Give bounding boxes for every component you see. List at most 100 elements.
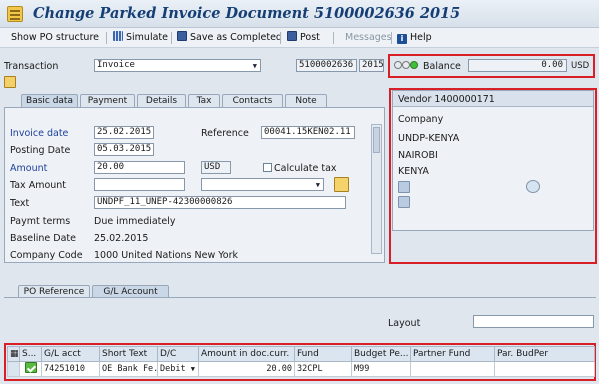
vendor-line: Company — [398, 114, 444, 125]
column-header[interactable]: Amount in doc.curr. — [198, 346, 295, 362]
payment-terms-value: Due immediately — [94, 216, 176, 227]
toolbar-separator — [391, 32, 392, 44]
invoice-date-field[interactable]: 25.02.2015 — [94, 126, 154, 139]
debit-credit-value: Debit — [160, 364, 186, 374]
gl-line-items-table: ▦ S... G/L acct Short Text D/C Amount in… — [7, 346, 595, 377]
text-field[interactable]: UNDPF_11_UNEP-42300000826 — [94, 196, 346, 209]
save-as-completed-label: Save as Completed — [190, 32, 282, 43]
transaction-value: Invoice — [97, 60, 135, 70]
short-text-cell[interactable]: OE Bank Fe... — [99, 361, 158, 377]
tab-basic-data[interactable]: Basic data — [21, 94, 78, 107]
amount-cell[interactable]: 20.00 — [198, 361, 295, 377]
balance-field: 0.00 — [468, 59, 567, 72]
folder-icon[interactable] — [4, 76, 16, 88]
basic-data-panel: Invoice date 25.02.2015 Reference 00041.… — [4, 107, 385, 263]
transaction-select[interactable]: Invoice ▼ — [94, 59, 261, 72]
window-title: Change Parked Invoice Document 510000263… — [33, 5, 461, 22]
toolbar-separator — [171, 32, 172, 44]
vertical-scrollbar[interactable] — [371, 124, 382, 254]
reference-label: Reference — [201, 128, 249, 139]
posting-date-label: Posting Date — [10, 145, 71, 156]
post-label: Post — [300, 32, 320, 43]
help-button[interactable]: i Help — [397, 31, 432, 45]
partner-fund-cell[interactable] — [410, 361, 495, 377]
column-header[interactable]: Budget Pe... — [351, 346, 411, 362]
save-icon — [177, 31, 187, 41]
post-icon — [287, 31, 297, 41]
balance-currency: USD — [571, 61, 590, 71]
vendor-delete-icon[interactable] — [398, 196, 410, 208]
column-header[interactable]: G/L acct — [41, 346, 100, 362]
toolbar-separator — [280, 32, 281, 44]
vendor-panel: Vendor 1400000171 Company UNDP-KENYA NAI… — [392, 90, 594, 231]
title-bar: Change Parked Invoice Document 510000263… — [0, 0, 599, 28]
tab-divider — [4, 297, 596, 298]
column-header[interactable]: Partner Fund — [410, 346, 495, 362]
column-header[interactable]: Par. BudPer — [494, 346, 595, 362]
layout-label: Layout — [388, 318, 421, 329]
calculate-tax-label: Calculate tax — [274, 163, 337, 174]
tax-amount-label: Tax Amount — [10, 180, 67, 191]
status-cell — [19, 361, 42, 377]
info-icon: i — [397, 34, 407, 44]
chevron-down-icon: ▼ — [190, 365, 195, 373]
detail-tabs: Basic data Payment Details Tax Contacts … — [21, 94, 381, 107]
gl-account-cell[interactable]: 74251010 — [41, 361, 100, 377]
status-light-icon — [394, 61, 402, 69]
application-toolbar: Show PO structure Simulate Save as Compl… — [0, 28, 599, 48]
table-header-row: ▦ S... G/L acct Short Text D/C Amount in… — [7, 346, 595, 362]
document-number-field: 5100002636 — [296, 59, 357, 72]
balance-label: Balance — [423, 61, 461, 72]
amount-field[interactable]: 20.00 — [94, 161, 185, 174]
help-label: Help — [410, 32, 432, 43]
reference-field[interactable]: 00041.15KEN02.11 — [261, 126, 355, 139]
status-light-green-icon — [410, 61, 418, 69]
fiscal-year-field: 2015 — [359, 59, 384, 72]
status-light-icon — [402, 61, 410, 69]
simulate-icon — [113, 31, 123, 41]
tax-code-select[interactable]: ▼ — [201, 178, 324, 191]
column-header[interactable]: D/C — [157, 346, 199, 362]
messages-button[interactable]: Messages — [345, 31, 392, 45]
table-row[interactable]: 74251010 OE Bank Fe... Debit ▼ 20.00 32C… — [7, 361, 595, 377]
tab-tax[interactable]: Tax — [188, 94, 220, 107]
text-label: Text — [10, 198, 30, 209]
simulate-button[interactable]: Simulate — [113, 31, 168, 45]
simulate-label: Simulate — [126, 32, 168, 43]
post-button[interactable]: Post — [287, 31, 320, 45]
menu-icon[interactable] — [7, 6, 23, 22]
calculate-tax-checkbox[interactable] — [263, 163, 272, 172]
payment-terms-label: Paymt terms — [10, 216, 71, 227]
debit-credit-cell[interactable]: Debit ▼ — [157, 361, 199, 377]
tax-details-icon[interactable] — [334, 177, 349, 192]
column-header[interactable]: S... — [19, 346, 42, 362]
posting-date-field[interactable]: 05.03.2015 — [94, 143, 154, 156]
column-header[interactable]: Short Text — [99, 346, 158, 362]
tab-details[interactable]: Details — [137, 94, 186, 107]
fund-cell[interactable]: 32CPL — [294, 361, 352, 377]
tab-contacts[interactable]: Contacts — [222, 94, 283, 107]
tab-note[interactable]: Note — [285, 94, 327, 107]
layout-select[interactable] — [473, 315, 594, 328]
company-code-label: Company Code — [10, 250, 83, 261]
save-as-completed-button[interactable]: Save as Completed — [177, 31, 282, 45]
chevron-down-icon: ▼ — [252, 62, 257, 70]
transaction-label: Transaction — [4, 61, 59, 72]
baseline-date-value: 25.02.2015 — [94, 233, 149, 244]
scrollbar-thumb[interactable] — [373, 127, 380, 153]
column-header[interactable]: Fund — [294, 346, 352, 362]
tax-amount-field[interactable] — [94, 178, 185, 191]
select-all-icon[interactable]: ▦ — [7, 346, 20, 362]
row-selector[interactable] — [7, 361, 20, 377]
checkmark-icon — [24, 362, 37, 373]
vendor-header: Vendor 1400000171 — [393, 91, 593, 107]
tab-payment[interactable]: Payment — [80, 94, 135, 107]
show-po-structure-button[interactable]: Show PO structure — [11, 31, 99, 45]
partner-budget-period-cell[interactable] — [494, 361, 595, 377]
budget-period-cell[interactable]: M99 — [351, 361, 411, 377]
vendor-search-icon[interactable] — [526, 180, 540, 193]
amount-label: Amount — [10, 163, 48, 174]
vendor-line: NAIROBI — [398, 150, 438, 161]
vendor-line: KENYA — [398, 166, 429, 177]
vendor-master-icon[interactable] — [398, 181, 410, 193]
